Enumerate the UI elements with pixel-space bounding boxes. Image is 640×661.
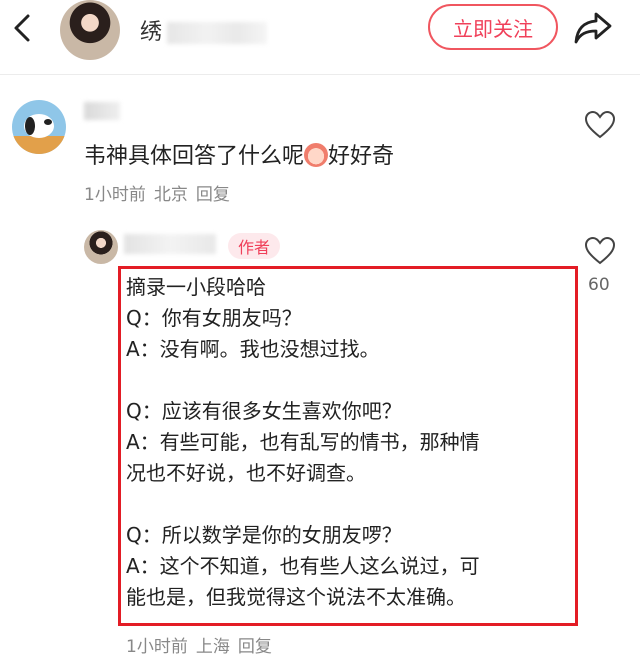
like-heart-icon[interactable] (584, 110, 616, 140)
author-name-text: 绣 (140, 20, 164, 45)
reply-line (126, 489, 480, 520)
follow-button[interactable]: 立即关注 (428, 4, 558, 50)
name-blur-mask (167, 22, 268, 44)
reply-line: 能也是，但我觉得这个说法不太准确。 (126, 585, 466, 609)
reply-line: A：有些可能，也有乱写的情书，那种情 (126, 430, 480, 454)
reply-reply-button[interactable]: 回复 (238, 637, 272, 657)
reply-line: A：没有啊。我也没想过找。 (126, 337, 380, 361)
reply-line: 况也不好说，也不好调查。 (126, 461, 366, 485)
reply-author-avatar[interactable] (84, 230, 118, 264)
reply-line: Q：所以数学是你的女朋友啰？ (126, 523, 402, 547)
comment-location: 北京 (153, 185, 188, 205)
chevron-left-icon[interactable] (6, 10, 42, 46)
reply-line: Q：你有女朋友吗？ (126, 306, 302, 330)
reply-line: 摘录一小段哈哈 (126, 275, 266, 299)
comment-meta: 1小时前 北京 回复 (84, 180, 230, 205)
reply-author-name-blurred (124, 234, 216, 254)
reply-line: Q：应该有很多女生喜欢你吧？ (126, 399, 402, 423)
reply-like-count: 60 (588, 275, 610, 295)
snoopy-avatar-icon (12, 114, 66, 154)
author-avatar[interactable] (60, 0, 120, 60)
reply-meta: 1小时前 上海 回复 (126, 632, 272, 657)
commenter-name-blurred (84, 102, 120, 120)
comment-text-main: 韦神具体回答了什么呢 (84, 144, 305, 169)
reply-time: 1小时前 (126, 637, 188, 657)
comment-text-suffix: 好好奇 (328, 144, 395, 169)
comment-reply-button[interactable]: 回复 (196, 185, 230, 205)
reply-line: A：这个不知道，也有些人这么说过，可 (126, 554, 480, 578)
author-name[interactable]: 绣 (140, 14, 268, 46)
commenter-avatar[interactable] (12, 100, 66, 154)
author-badge: 作者 (228, 233, 280, 259)
comment-time: 1小时前 (84, 185, 146, 205)
comment-text: 韦神具体回答了什么呢 好好奇 (84, 138, 394, 170)
top-bar: 绣 立即关注 (0, 0, 640, 75)
reply-location: 上海 (195, 637, 230, 657)
pig-face-emoji-icon (304, 143, 329, 167)
reply-text: 摘录一小段哈哈 Q：你有女朋友吗？ A：没有啊。我也没想过找。 Q：应该有很多女… (126, 272, 480, 613)
share-arrow-icon[interactable] (572, 6, 614, 48)
reply-like-heart-icon[interactable] (584, 236, 616, 266)
reply-line (126, 365, 480, 396)
